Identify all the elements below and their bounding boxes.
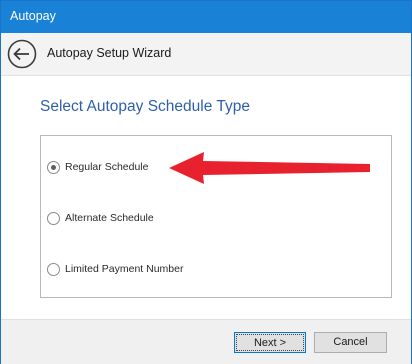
- option-label: Alternate Schedule: [65, 212, 154, 224]
- next-button[interactable]: Next >: [234, 332, 306, 353]
- page-heading: Select Autopay Schedule Type: [40, 98, 250, 115]
- next-button-label: Next >: [236, 334, 304, 351]
- wizard-title: Autopay Setup Wizard: [47, 46, 172, 60]
- option-label: Limited Payment Number: [65, 263, 184, 275]
- radio-button-regular-schedule[interactable]: [47, 160, 60, 174]
- wizard-content: Select Autopay Schedule Type Regular Sch…: [1, 76, 411, 319]
- window-title: Autopay: [10, 9, 56, 23]
- schedule-options-group: Regular Schedule Alternate Schedule Limi…: [40, 135, 392, 298]
- wizard-footer: Next > Cancel: [1, 319, 411, 364]
- wizard-header: Autopay Setup Wizard: [1, 33, 411, 76]
- option-alternate-schedule[interactable]: Alternate Schedule: [47, 210, 154, 226]
- autopay-window: Autopay Autopay Setup Wizard Select Auto…: [0, 0, 412, 364]
- radio-button-limited-payment-number[interactable]: [47, 262, 60, 276]
- title-bar[interactable]: Autopay: [1, 1, 411, 33]
- option-regular-schedule[interactable]: Regular Schedule: [47, 159, 148, 175]
- cancel-button[interactable]: Cancel: [314, 332, 387, 353]
- arrow-left-circle-icon: [7, 39, 37, 69]
- radio-button-alternate-schedule[interactable]: [47, 211, 60, 225]
- back-button[interactable]: [7, 39, 37, 69]
- option-limited-payment-number[interactable]: Limited Payment Number: [47, 261, 183, 277]
- option-label: Regular Schedule: [65, 161, 149, 173]
